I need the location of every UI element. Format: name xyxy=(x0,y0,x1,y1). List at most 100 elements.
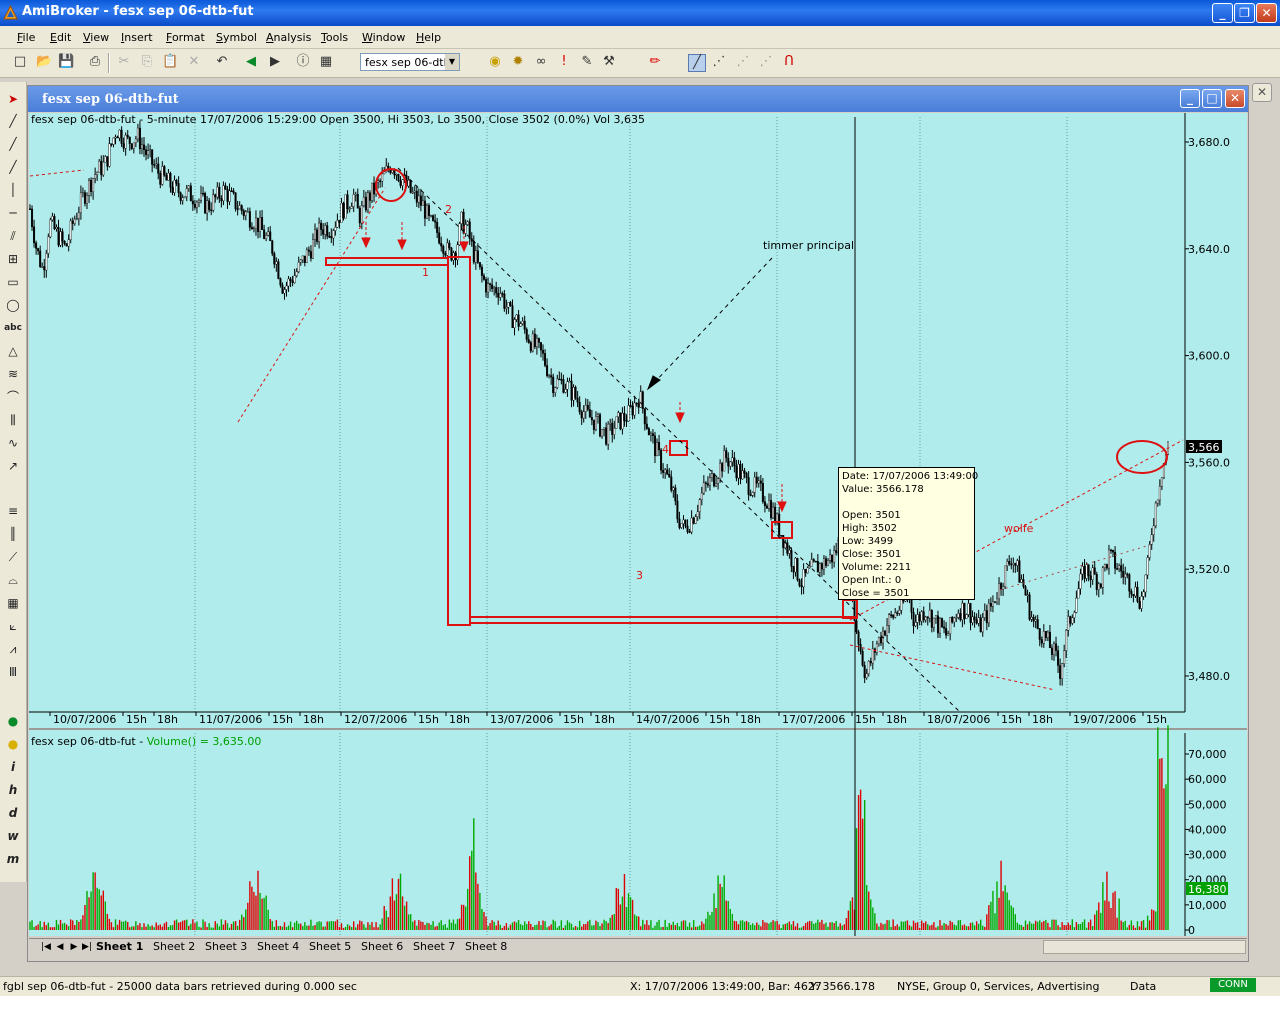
tab-sheet-8[interactable]: Sheet 8 xyxy=(465,940,507,953)
candle-body xyxy=(155,163,158,166)
candle-body xyxy=(1008,561,1011,565)
candle-body xyxy=(79,192,82,214)
x-tick-label: 15h xyxy=(563,713,584,726)
candle-body xyxy=(381,173,384,182)
candle-body xyxy=(356,194,359,209)
candle-body xyxy=(605,427,608,445)
candle-body xyxy=(448,242,451,249)
candle-body xyxy=(224,185,227,190)
bar-tooltip: Date: 17/07/2006 13:49:00 Value: 3566.17… xyxy=(838,467,979,600)
candle-body xyxy=(55,226,58,230)
candle-body xyxy=(1122,571,1125,578)
candle-body xyxy=(1063,650,1066,665)
tab-sheet-5[interactable]: Sheet 5 xyxy=(309,940,351,953)
candle-body xyxy=(297,261,300,272)
candle-body xyxy=(765,505,768,509)
candle-body xyxy=(230,190,233,193)
last-volume-value: 16,380 xyxy=(1188,883,1227,896)
candle-body xyxy=(780,535,783,537)
candle-body xyxy=(979,617,982,633)
prev-sheet-icon[interactable]: ◀ xyxy=(55,940,65,954)
candle-body xyxy=(37,248,40,252)
candle-body xyxy=(1077,588,1080,599)
candle-body xyxy=(666,469,669,475)
candle-body xyxy=(941,618,944,628)
candle-body xyxy=(83,192,86,204)
candle-body xyxy=(664,469,667,473)
candle xyxy=(397,173,400,183)
tooltip-line: Date: 17/07/2006 13:49:00 xyxy=(842,471,979,482)
tab-sheet-7[interactable]: Sheet 7 xyxy=(413,940,455,953)
candle-body xyxy=(368,192,371,201)
candle-body xyxy=(511,305,514,328)
candle-body xyxy=(358,208,361,224)
candle-body xyxy=(509,302,512,306)
candle-body xyxy=(210,209,213,211)
candle-body xyxy=(124,134,127,149)
candle-body xyxy=(531,333,534,352)
candle-body xyxy=(871,648,874,664)
tab-sheet-3[interactable]: Sheet 3 xyxy=(205,940,247,953)
tab-sheet-6[interactable]: Sheet 6 xyxy=(361,940,403,953)
candle-body xyxy=(265,235,268,239)
candle-body xyxy=(1034,619,1037,622)
candle-body xyxy=(169,172,172,188)
candle-body xyxy=(1059,665,1062,679)
candle-body xyxy=(295,271,298,276)
candle-body xyxy=(566,381,569,390)
candle-body xyxy=(271,240,274,254)
candle-body xyxy=(316,229,319,242)
candle xyxy=(371,182,374,204)
candle-body xyxy=(812,559,815,562)
candle-body xyxy=(371,182,374,201)
candle-body xyxy=(723,450,726,472)
candle xyxy=(98,159,101,173)
tab-sheet-4[interactable]: Sheet 4 xyxy=(257,940,299,953)
candle-body xyxy=(497,293,500,298)
candle-body xyxy=(1067,616,1070,631)
candle-body xyxy=(460,211,463,224)
tooltip-line: Value: 3566.178 xyxy=(842,484,924,495)
candle-body xyxy=(548,375,551,377)
candle xyxy=(425,203,428,219)
candle-body xyxy=(1024,586,1027,596)
candle-body xyxy=(63,241,66,244)
candle-body xyxy=(617,412,620,418)
candle-body xyxy=(973,616,976,621)
candle-body xyxy=(741,470,744,480)
candle-body xyxy=(892,614,895,618)
candle-body xyxy=(200,193,203,201)
candle-body xyxy=(649,433,652,436)
candle-body xyxy=(916,614,919,623)
last-sheet-icon[interactable]: ▶| xyxy=(82,940,92,954)
candle-body xyxy=(171,187,174,193)
candle-body xyxy=(289,278,292,282)
status-data: Data xyxy=(1130,980,1157,993)
candle-body xyxy=(827,560,830,566)
connection-status-badge: CONN xyxy=(1210,978,1256,992)
tab-sheet-2[interactable]: Sheet 2 xyxy=(153,940,195,953)
candle-body xyxy=(653,435,656,457)
next-sheet-icon[interactable]: ▶ xyxy=(69,940,79,954)
first-sheet-icon[interactable]: |◀ xyxy=(41,940,51,954)
candle-body xyxy=(326,225,329,237)
chart-canvas[interactable]: 3,480.0 3,520.0 3,560.0 3,600.0 3,640.0 3,680… xyxy=(0,0,1280,1024)
candle-body xyxy=(346,194,349,209)
candle xyxy=(204,191,207,215)
candle-body xyxy=(234,192,237,209)
candle-body xyxy=(177,183,180,194)
candle-body xyxy=(1124,573,1127,578)
candle-body xyxy=(348,208,351,210)
tab-sheet-1[interactable]: Sheet 1 xyxy=(96,940,143,953)
candle xyxy=(49,217,52,239)
horizontal-scrollbar[interactable] xyxy=(1043,940,1246,954)
candle-body xyxy=(1160,477,1163,487)
candle-body xyxy=(696,511,699,517)
candle xyxy=(692,516,695,525)
candle-body xyxy=(336,220,339,228)
candle xyxy=(234,192,237,212)
candle-body xyxy=(487,283,490,293)
candle-body xyxy=(1114,551,1117,569)
volume-pane-bg xyxy=(29,730,1247,936)
candle-body xyxy=(621,413,624,430)
